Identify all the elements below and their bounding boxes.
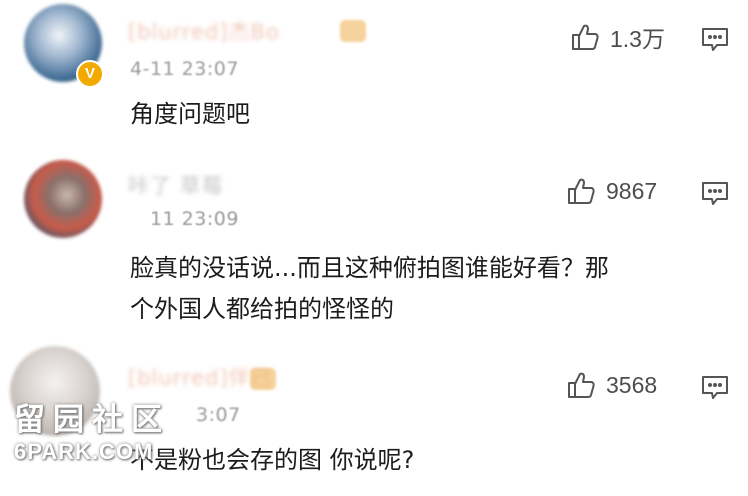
comment-reply-icon[interactable] xyxy=(700,178,730,208)
comment-text-line: 脸真的没话说...而且这种俯拍图谁能好看？那 xyxy=(130,254,609,282)
like-button[interactable]: 3568 xyxy=(566,370,657,400)
comment-timestamp: 4-11 23:09 xyxy=(130,208,239,230)
comment-text: 角度问题吧 xyxy=(130,100,250,128)
thumbs-up-icon xyxy=(568,178,595,204)
watermark: 留园社区 6PARK.COM xyxy=(14,402,170,466)
watermark-chinese: 留园社区 xyxy=(14,402,170,438)
member-crown-icon xyxy=(250,368,276,390)
comment-text: 不是粉也会存的图 你说呢? xyxy=(130,446,415,474)
comment-item: 咔了 草莓 4-11 23:09 脸真的没话说...而且这种俯拍图谁能好看？那 … xyxy=(0,150,748,340)
avatar[interactable] xyxy=(24,160,102,238)
like-button[interactable]: 9867 xyxy=(566,176,657,206)
thumbs-up-icon xyxy=(568,372,595,398)
comment-reply-icon[interactable] xyxy=(700,24,730,54)
member-crown-icon xyxy=(340,20,366,42)
like-count: 9867 xyxy=(606,177,658,204)
watermark-english: 6PARK.COM xyxy=(14,439,154,464)
comment-reply-icon[interactable] xyxy=(700,372,730,402)
comment-text-line: 个外国人都给拍的怪怪的 xyxy=(130,295,394,323)
comment-text: 脸真的没话说...而且这种俯拍图谁能好看？那 个外国人都给拍的怪怪的 xyxy=(130,248,730,330)
comment-item: V [blurred]杰Bo 4-11 23:07 角度问题吧 1.3万 xyxy=(0,0,748,150)
like-count: 3568 xyxy=(606,371,658,398)
username[interactable]: 咔了 草莓 xyxy=(128,170,224,200)
comment-timestamp: 4-11 23:07 xyxy=(130,58,239,80)
like-count: 1.3万 xyxy=(610,26,665,52)
thumbs-up-icon xyxy=(572,24,599,50)
comment-timestamp: 3:07 xyxy=(196,404,241,426)
username[interactable]: [blurred]杰Bo xyxy=(128,16,280,46)
like-button[interactable]: 1.3万 xyxy=(570,22,665,52)
verified-badge-icon: V xyxy=(76,60,104,88)
timestamp-text: 4-11 23:09 xyxy=(130,208,239,230)
